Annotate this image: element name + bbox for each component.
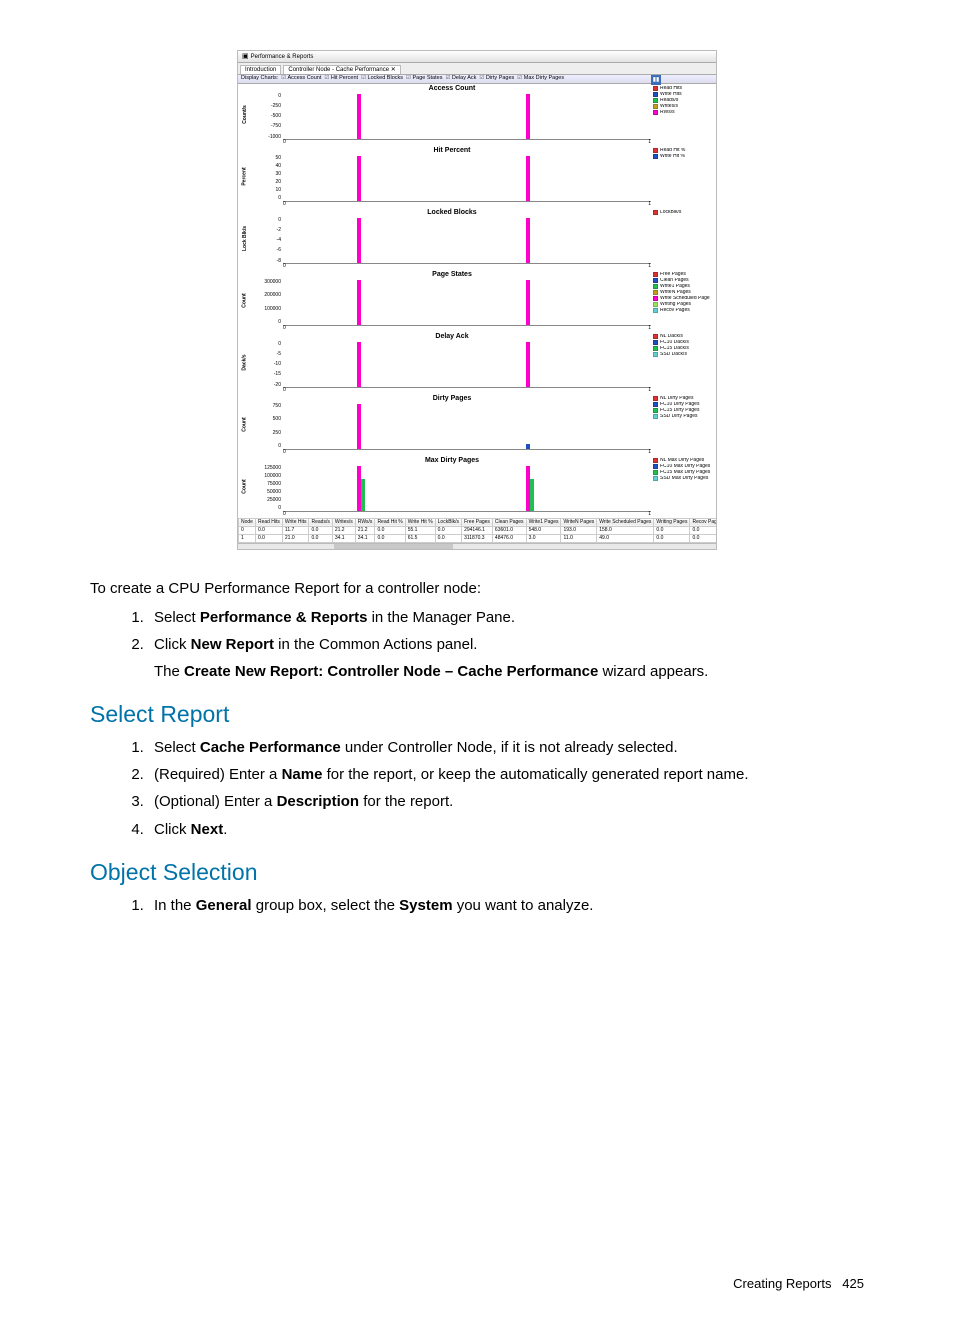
table-header[interactable]: Recov Pages [690, 518, 716, 526]
chart-plot [283, 218, 651, 264]
chart: Lock Blk/sLocked Blocks0-2-4-6-801LockBl… [238, 208, 716, 270]
os-step-1: In the General group box, select the Sys… [148, 894, 864, 917]
data-table-wrap: NodeRead HitsWrite HitsReads/sWrites/sRW… [238, 518, 716, 543]
table-header[interactable]: Clean Pages [492, 518, 526, 526]
chart-title: Locked Blocks [253, 209, 651, 216]
chart-title: Access Count [253, 85, 651, 92]
tab-introduction[interactable]: Introduction [240, 65, 281, 74]
chk-delay-ack[interactable]: Delay Ack [445, 76, 476, 82]
chart-plot [283, 404, 651, 450]
chart-legend: NL Dack/sFC10 Dack/sFC15 Dack/sSSD Dack/… [651, 332, 716, 394]
sr-step-1: Select Cache Performance under Controlle… [148, 736, 864, 759]
chart: Count/sAccess Count0-250-500-750-100001R… [238, 84, 716, 146]
footer-page-number: 425 [842, 1276, 864, 1291]
screenshot-window: Performance & Reports Introduction Contr… [237, 50, 717, 550]
chk-dirty-pages[interactable]: Dirty Pages [479, 76, 514, 82]
table-header[interactable]: Node [239, 518, 256, 526]
table-header[interactable]: LockBlk/s [435, 518, 461, 526]
chk-hit-percent[interactable]: Hit Percent [324, 76, 358, 82]
chk-max-dirty-pages[interactable]: Max Dirty Pages [517, 76, 564, 82]
chart-legend: Read Hit %Write Hit % [651, 146, 716, 208]
steps-create-report: Select Performance & Reports in the Mana… [148, 606, 864, 683]
table-header[interactable]: Writes/s [332, 518, 355, 526]
tab-cache-performance[interactable]: Controller Node - Cache Performance [283, 65, 400, 74]
table-row[interactable]: 10.021.00.034.134.10.061.50.0311870.3484… [239, 534, 717, 542]
table-header[interactable]: WriteN Pages [561, 518, 597, 526]
table-header[interactable]: Reads/s [309, 518, 332, 526]
chart-plot [283, 342, 651, 388]
chart-legend: LockBlk/s [651, 208, 716, 270]
chart-title: Max Dirty Pages [253, 457, 651, 464]
chart-plot [283, 466, 651, 512]
chart: CountDirty Pages750500250001NL Dirty Pag… [238, 394, 716, 456]
table-row[interactable]: 00.011.70.021.221.20.055.10.0294146.1636… [239, 526, 717, 534]
step-2: Click New Report in the Common Actions p… [148, 633, 864, 683]
chart-ylabel: Count/s [243, 105, 248, 124]
table-header[interactable]: Write Hits [282, 518, 309, 526]
sr-step-4: Click Next. [148, 818, 864, 841]
chart-ylabel: Dack/s [243, 354, 248, 370]
steps-object-selection: In the General group box, select the Sys… [148, 894, 864, 917]
window-title: Performance & Reports [251, 54, 314, 60]
chart: CountMax Dirty Pages12500010000075000500… [238, 456, 716, 518]
intro-paragraph: To create a CPU Performance Report for a… [90, 578, 864, 601]
page-footer: Creating Reports 425 [733, 1276, 864, 1291]
table-header[interactable]: Free Pages [462, 518, 493, 526]
table-header[interactable]: Read Hits [255, 518, 282, 526]
chart-title: Page States [253, 271, 651, 278]
chart-legend: NL Max Dirty PagesFC10 Max Dirty PagesFC… [651, 456, 716, 518]
chart-title: Hit Percent [253, 147, 651, 154]
footer-label: Creating Reports [733, 1276, 831, 1291]
chart-plot [283, 280, 651, 326]
main-tabs: Introduction Controller Node - Cache Per… [238, 63, 716, 74]
table-header[interactable]: Write Scheduled Pages [597, 518, 654, 526]
chk-access-count[interactable]: Access Count [281, 76, 321, 82]
chart-legend: Free PagesClean PagesWrite1 PagesWriteN … [651, 270, 716, 332]
chart: CountPage States300000200000100000001Fre… [238, 270, 716, 332]
chart-plot [283, 94, 651, 140]
chart-ylabel: Count [243, 479, 248, 493]
chart-title: Delay Ack [253, 333, 651, 340]
heading-select-report: Select Report [90, 701, 864, 728]
chart-title: Dirty Pages [253, 395, 651, 402]
heading-object-selection: Object Selection [90, 859, 864, 886]
chart-legend: NL Dirty PagesFC10 Dirty PagesFC15 Dirty… [651, 394, 716, 456]
chart-ylabel: Lock Blk/s [243, 226, 248, 251]
chart: PercentHit Percent5040302010001Read Hit … [238, 146, 716, 208]
display-charts-bar: Display Charts: Access Count Hit Percent… [238, 74, 716, 84]
table-header[interactable]: Writing Pages [654, 518, 690, 526]
table-header[interactable]: Read Hit % [375, 518, 405, 526]
chk-page-states[interactable]: Page States [406, 76, 442, 82]
table-header[interactable]: RWs/s [355, 518, 375, 526]
table-header[interactable]: Write1 Pages [526, 518, 561, 526]
chk-locked-blocks[interactable]: Locked Blocks [361, 76, 403, 82]
chart-ylabel: Count [243, 293, 248, 307]
step-1: Select Performance & Reports in the Mana… [148, 606, 864, 629]
steps-select-report: Select Cache Performance under Controlle… [148, 736, 864, 841]
window-title-bar: Performance & Reports [238, 51, 716, 63]
sr-step-3: (Optional) Enter a Description for the r… [148, 790, 864, 813]
chart-plot [283, 156, 651, 202]
chart-ylabel: Percent [243, 167, 248, 185]
horizontal-scrollbar[interactable] [238, 543, 716, 549]
chart: Dack/sDelay Ack0-5-10-15-2001NL Dack/sFC… [238, 332, 716, 394]
chart-ylabel: Count [243, 417, 248, 431]
table-header[interactable]: Write Hit % [405, 518, 435, 526]
chart-legend: Read HitsWrite HitsReads/sWrites/sRWs/s [651, 84, 716, 146]
data-table: NodeRead HitsWrite HitsReads/sWrites/sRW… [238, 518, 716, 543]
charts-area: Count/sAccess Count0-250-500-750-100001R… [238, 84, 716, 518]
display-charts-label: Display Charts: [241, 76, 278, 82]
sr-step-2: (Required) Enter a Name for the report, … [148, 763, 864, 786]
